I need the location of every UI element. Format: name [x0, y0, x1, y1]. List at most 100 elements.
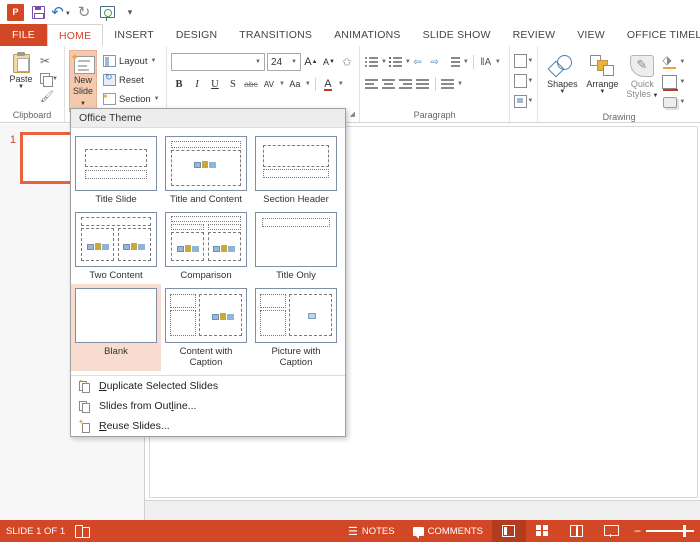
- chevron-down-icon: ▼: [679, 99, 685, 105]
- copy-button[interactable]: ▼: [38, 70, 60, 87]
- increase-indent-button[interactable]: ⇨: [429, 53, 445, 71]
- character-spacing-button[interactable]: AV: [261, 75, 277, 93]
- layout-button[interactable]: Layout ▼: [100, 52, 163, 70]
- redo-button[interactable]: ↻: [73, 2, 95, 22]
- tab-review[interactable]: REVIEW: [502, 24, 567, 46]
- text-direction-2-button[interactable]: ▼: [514, 52, 533, 70]
- chevron-down-icon: ▼: [527, 98, 533, 104]
- new-slide-label-1: New: [74, 75, 92, 86]
- shape-fill-button[interactable]: ▼: [662, 53, 685, 71]
- underline-button[interactable]: U: [207, 75, 223, 93]
- copy-icon: [40, 73, 51, 85]
- align-left-button[interactable]: [364, 75, 380, 93]
- chevron-down-icon: ▾: [128, 7, 133, 18]
- font-separator: [315, 78, 316, 91]
- tab-animations[interactable]: ANIMATIONS: [323, 24, 412, 46]
- layout-title-and-content[interactable]: Title and Content: [161, 132, 251, 208]
- shape-effects-button[interactable]: ▼: [662, 93, 685, 111]
- notes-icon: ☰: [348, 525, 358, 538]
- tab-file[interactable]: FILE: [0, 24, 47, 46]
- notes-pane[interactable]: [145, 500, 700, 520]
- undo-button[interactable]: ↶ ▼: [50, 2, 72, 22]
- normal-view-icon: [502, 525, 515, 537]
- zoom-slider[interactable]: [646, 530, 694, 532]
- italic-button[interactable]: I: [189, 75, 205, 93]
- font-size-value: 24: [271, 57, 282, 68]
- character-spacing-label: AV: [264, 80, 274, 89]
- zoom-control[interactable]: −: [628, 525, 700, 537]
- align-right-button[interactable]: [398, 75, 414, 93]
- font-dialog-launcher[interactable]: ◢: [350, 108, 355, 121]
- justify-button[interactable]: [415, 75, 431, 93]
- chevron-down-icon: ▼: [255, 59, 261, 65]
- line-spacing-button[interactable]: [446, 53, 462, 71]
- language-icon[interactable]: [75, 525, 89, 538]
- cut-button[interactable]: ✂: [38, 52, 60, 69]
- paste-icon: [12, 52, 31, 73]
- decrease-indent-button[interactable]: ⇦: [412, 53, 428, 71]
- menu-item-slides-from-outline[interactable]: Slides from Outline...: [71, 396, 345, 416]
- shape-outline-button[interactable]: ▼: [662, 73, 685, 91]
- clear-formatting-button[interactable]: ✩: [339, 53, 355, 71]
- strikethrough-button[interactable]: abc: [243, 75, 259, 93]
- paste-button[interactable]: Paste ▼: [4, 50, 38, 109]
- slide-sorter-view-button[interactable]: [526, 520, 560, 542]
- reading-view-button[interactable]: [560, 520, 594, 542]
- notes-button[interactable]: ☰ NOTES: [339, 520, 404, 542]
- columns-button[interactable]: [440, 75, 456, 93]
- align-center-button[interactable]: [381, 75, 397, 93]
- bold-button[interactable]: B: [171, 75, 187, 93]
- tab-view[interactable]: VIEW: [566, 24, 616, 46]
- text-direction-button[interactable]: ‖A: [478, 53, 494, 71]
- layout-thumbnail: [255, 212, 337, 267]
- align-left-icon: [365, 79, 378, 89]
- layout-two-content[interactable]: Two Content: [71, 208, 161, 284]
- slide-show-view-button[interactable]: [594, 520, 628, 542]
- new-slide-button[interactable]: ✦ New Slide ▼: [69, 50, 97, 112]
- align-text-button[interactable]: ▼: [514, 72, 533, 90]
- menu-item-duplicate-selected-slides[interactable]: ✦ Duplicate Selected Slides: [71, 376, 345, 396]
- normal-view-button[interactable]: [492, 520, 526, 542]
- zoom-slider-thumb[interactable]: [683, 525, 686, 537]
- layout-blank[interactable]: Blank: [71, 284, 161, 371]
- quick-styles-button[interactable]: Quick Styles ▼: [622, 50, 662, 111]
- start-from-beginning-button[interactable]: [96, 2, 118, 22]
- convert-to-smartart-button[interactable]: ▼: [514, 92, 533, 110]
- bullets-button[interactable]: [364, 53, 380, 71]
- layout-label: Comparison: [180, 270, 231, 281]
- layout-comparison[interactable]: Comparison: [161, 208, 251, 284]
- numbering-button[interactable]: [388, 53, 404, 71]
- layout-picture-with-caption[interactable]: Picture with Caption: [251, 284, 341, 371]
- tab-design[interactable]: DESIGN: [165, 24, 228, 46]
- format-painter-button[interactable]: 🖌: [38, 88, 60, 105]
- layout-title-only[interactable]: Title Only: [251, 208, 341, 284]
- tab-office-timeline[interactable]: OFFICE TIMELINE+: [616, 24, 700, 46]
- shapes-button[interactable]: Shapes ▼: [542, 50, 582, 111]
- layout-title-slide[interactable]: Title Slide: [71, 132, 161, 208]
- font-name-input[interactable]: ▼: [171, 53, 265, 71]
- tab-transitions[interactable]: TRANSITIONS: [228, 24, 323, 46]
- font-color-button[interactable]: A: [320, 75, 336, 93]
- tab-slide-show[interactable]: SLIDE SHOW: [412, 24, 502, 46]
- comments-button[interactable]: COMMENTS: [404, 520, 492, 542]
- ribbon-group-clipboard: Paste ▼ ✂ ▼ 🖌 Clipboard: [0, 46, 65, 122]
- tab-home[interactable]: HOME: [47, 24, 103, 46]
- layout-content-with-caption[interactable]: Content with Caption: [161, 284, 251, 371]
- increase-font-size-button[interactable]: A▲: [303, 53, 319, 71]
- change-case-button[interactable]: Aa: [287, 75, 303, 93]
- arrange-button[interactable]: Arrange ▼: [582, 50, 622, 111]
- layout-section-header[interactable]: Section Header: [251, 132, 341, 208]
- save-button[interactable]: [27, 2, 49, 22]
- tab-insert[interactable]: INSERT: [103, 24, 165, 46]
- menu-item-reuse-slides[interactable]: ✦ Reuse Slides...: [71, 416, 345, 436]
- decrease-font-size-button[interactable]: A▼: [321, 53, 337, 71]
- reset-button[interactable]: Reset: [100, 71, 163, 89]
- new-slide-label-2: Slide ▼: [70, 86, 96, 108]
- section-button[interactable]: Section ▼: [100, 90, 163, 108]
- text-shadow-button[interactable]: S: [225, 75, 241, 93]
- customize-quick-access-button[interactable]: ▾: [119, 2, 141, 22]
- font-size-input[interactable]: 24 ▼: [267, 53, 301, 71]
- section-label: Section: [119, 94, 151, 105]
- line-spacing-icon: [447, 57, 460, 67]
- zoom-out-button[interactable]: −: [634, 525, 641, 537]
